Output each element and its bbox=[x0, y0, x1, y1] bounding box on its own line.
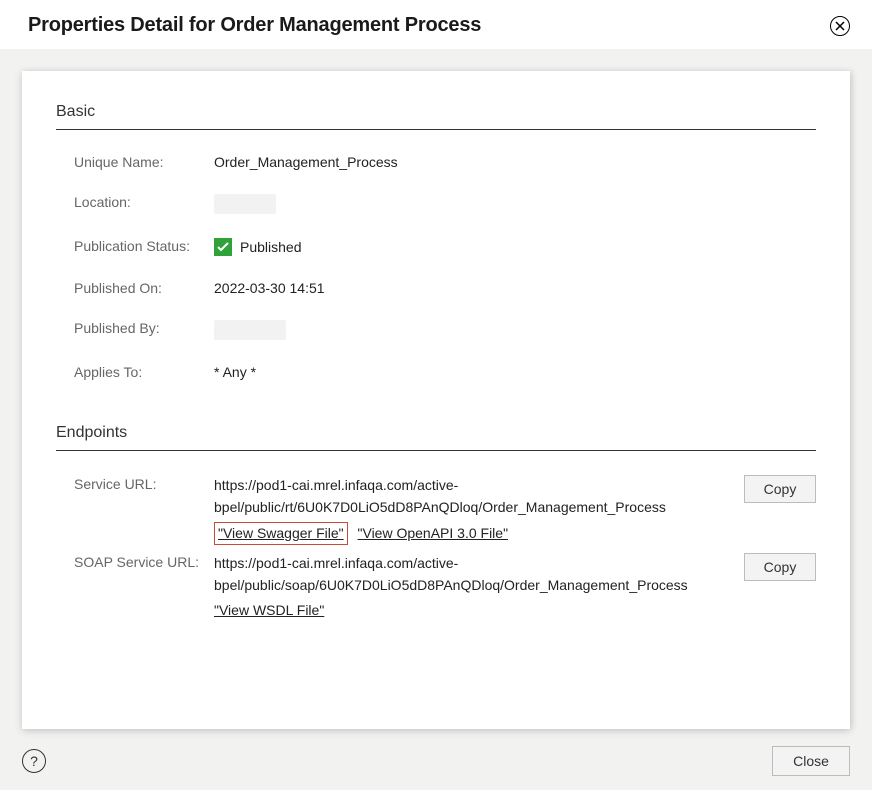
soap-service-url-label: SOAP Service URL: bbox=[74, 553, 214, 570]
location-label: Location: bbox=[74, 194, 214, 210]
view-wsdl-link[interactable]: "View WSDL File" bbox=[214, 602, 324, 618]
field-unique-name: Unique Name: Order_Management_Process bbox=[56, 154, 816, 170]
endpoints-section-title: Endpoints bbox=[56, 424, 816, 451]
endpoint-soap-url: SOAP Service URL: https://pod1-cai.mrel.… bbox=[56, 553, 816, 622]
published-by-redacted bbox=[214, 320, 286, 340]
copy-soap-url-button[interactable]: Copy bbox=[744, 553, 816, 581]
publication-status-value: Published bbox=[240, 239, 302, 255]
applies-to-value: * Any * bbox=[214, 364, 256, 380]
dialog-header: Properties Detail for Order Management P… bbox=[0, 0, 872, 49]
view-openapi-link[interactable]: "View OpenAPI 3.0 File" bbox=[358, 525, 509, 541]
field-publication-status: Publication Status: Published bbox=[56, 238, 816, 256]
close-icon[interactable] bbox=[830, 16, 850, 36]
service-url-label: Service URL: bbox=[74, 475, 214, 492]
dialog-body: Basic Unique Name: Order_Management_Proc… bbox=[0, 49, 872, 790]
endpoint-service-url: Service URL: https://pod1-cai.mrel.infaq… bbox=[56, 475, 816, 545]
field-location: Location: bbox=[56, 194, 816, 214]
dialog-title: Properties Detail for Order Management P… bbox=[28, 14, 481, 37]
published-by-label: Published By: bbox=[74, 320, 214, 336]
published-on-value: 2022-03-30 14:51 bbox=[214, 280, 325, 296]
field-published-by: Published By: bbox=[56, 320, 816, 340]
view-swagger-link[interactable]: "View Swagger File" bbox=[218, 525, 344, 541]
dialog-footer: ? Close bbox=[0, 734, 872, 790]
published-on-label: Published On: bbox=[74, 280, 214, 296]
field-applies-to: Applies To: * Any * bbox=[56, 364, 816, 380]
field-published-on: Published On: 2022-03-30 14:51 bbox=[56, 280, 816, 296]
applies-to-label: Applies To: bbox=[74, 364, 214, 380]
unique-name-value: Order_Management_Process bbox=[214, 154, 398, 170]
basic-section-title: Basic bbox=[56, 103, 816, 130]
check-icon bbox=[214, 238, 232, 256]
copy-service-url-button[interactable]: Copy bbox=[744, 475, 816, 503]
unique-name-label: Unique Name: bbox=[74, 154, 214, 170]
soap-service-url-value: https://pod1-cai.mrel.infaqa.com/active-… bbox=[214, 553, 724, 596]
dialog-card: Basic Unique Name: Order_Management_Proc… bbox=[22, 71, 850, 729]
close-button[interactable]: Close bbox=[772, 746, 850, 776]
help-icon[interactable]: ? bbox=[22, 749, 46, 773]
location-redacted bbox=[214, 194, 276, 214]
service-url-value: https://pod1-cai.mrel.infaqa.com/active-… bbox=[214, 475, 724, 518]
publication-status-label: Publication Status: bbox=[74, 238, 214, 254]
